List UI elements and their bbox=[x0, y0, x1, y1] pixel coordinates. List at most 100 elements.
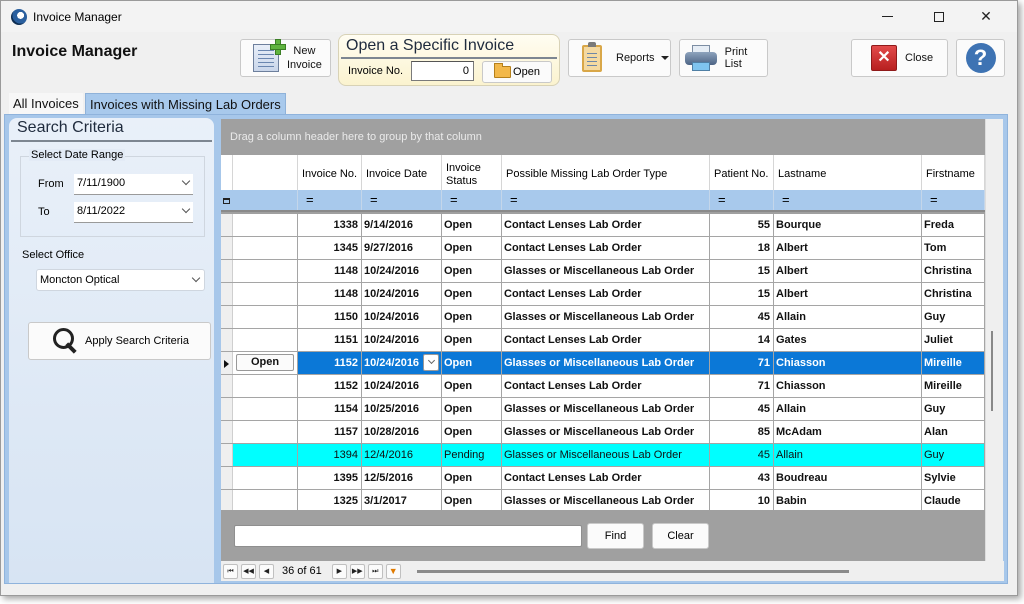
cell-firstname[interactable]: Christina bbox=[922, 260, 985, 282]
date-dropdown-icon[interactable] bbox=[423, 354, 439, 371]
cell-lastname[interactable]: Allain bbox=[774, 306, 922, 328]
filter-cell-invoice-status[interactable]: = bbox=[442, 190, 502, 210]
cell-invoice-date[interactable]: 10/24/2016 bbox=[362, 352, 442, 374]
column-header-invoice-status[interactable]: Invoice Status bbox=[442, 155, 502, 190]
row-indicator[interactable] bbox=[221, 444, 233, 466]
cell-firstname[interactable]: Alan bbox=[922, 421, 985, 443]
group-by-area[interactable]: Drag a column header here to group by th… bbox=[221, 119, 985, 155]
cell-lab-order-type[interactable]: Glasses or Miscellaneous Lab Order bbox=[502, 352, 710, 374]
cell-invoice-status[interactable]: Open bbox=[442, 237, 502, 259]
cell-lastname[interactable]: McAdam bbox=[774, 421, 922, 443]
table-row[interactable]: 1345 9/27/2016 Open Contact Lenses Lab Orde… bbox=[221, 237, 985, 260]
cell-lab-order-type[interactable]: Contact Lenses Lab Order bbox=[502, 375, 710, 397]
cell-lastname[interactable]: Chiasson bbox=[774, 352, 922, 374]
cell-firstname[interactable]: Sylvie bbox=[922, 467, 985, 489]
cell-invoice-date[interactable]: 3/1/2017 bbox=[362, 490, 442, 510]
cell-lab-order-type[interactable]: Contact Lenses Lab Order bbox=[502, 237, 710, 259]
vertical-scrollbar-thumb[interactable] bbox=[991, 331, 993, 411]
cell-invoice-date[interactable]: 12/5/2016 bbox=[362, 467, 442, 489]
open-invoice-button[interactable]: Open bbox=[482, 61, 552, 83]
cell-patient-no[interactable]: 43 bbox=[710, 467, 774, 489]
find-input[interactable] bbox=[234, 525, 582, 547]
cell-invoice-status[interactable]: Open bbox=[442, 490, 502, 510]
row-indicator[interactable] bbox=[221, 306, 233, 328]
cell-firstname[interactable]: Freda bbox=[922, 214, 985, 236]
filter-cell-invoice-date[interactable]: = bbox=[362, 190, 442, 210]
row-action-cell[interactable] bbox=[233, 237, 298, 259]
cell-invoice-date[interactable]: 10/24/2016 bbox=[362, 283, 442, 305]
apply-search-button[interactable]: Apply Search Criteria bbox=[28, 322, 211, 360]
cell-patient-no[interactable]: 15 bbox=[710, 260, 774, 282]
cell-invoice-date[interactable]: 12/4/2016 bbox=[362, 444, 442, 466]
filter-cell-lastname[interactable]: = bbox=[774, 190, 922, 210]
first-record-button[interactable]: ⏮ bbox=[223, 563, 238, 579]
cell-invoice-status[interactable]: Open bbox=[442, 375, 502, 397]
cell-patient-no[interactable]: 45 bbox=[710, 306, 774, 328]
table-row[interactable]: 1148 10/24/2016 Open Contact Lenses Lab Ord… bbox=[221, 283, 985, 306]
cell-patient-no[interactable]: 55 bbox=[710, 214, 774, 236]
column-header-firstname[interactable]: Firstname bbox=[922, 155, 985, 190]
row-indicator[interactable] bbox=[221, 214, 233, 236]
table-row[interactable]: 1154 10/25/2016 Open Glasses or Miscellaneo… bbox=[221, 398, 985, 421]
cell-invoice-date[interactable]: 10/24/2016 bbox=[362, 306, 442, 328]
cell-lab-order-type[interactable]: Glasses or Miscellaneous Lab Order bbox=[502, 398, 710, 420]
cell-invoice-no[interactable]: 1148 bbox=[298, 283, 362, 305]
clear-button[interactable]: Clear bbox=[652, 523, 709, 549]
table-row[interactable]: 1152 10/24/2016 Open Contact Lenses Lab Ord… bbox=[221, 375, 985, 398]
row-indicator[interactable] bbox=[221, 329, 233, 351]
row-indicator[interactable] bbox=[221, 467, 233, 489]
new-invoice-button[interactable]: New Invoice bbox=[240, 39, 331, 77]
cell-lab-order-type[interactable]: Glasses or Miscellaneous Lab Order bbox=[502, 260, 710, 282]
cell-firstname[interactable]: Claude bbox=[922, 490, 985, 510]
row-action-cell[interactable]: Open bbox=[233, 352, 298, 374]
cell-lab-order-type[interactable]: Contact Lenses Lab Order bbox=[502, 283, 710, 305]
cell-invoice-status[interactable]: Open bbox=[442, 352, 502, 374]
help-button[interactable]: ? bbox=[956, 39, 1005, 77]
cell-patient-no[interactable]: 85 bbox=[710, 421, 774, 443]
cell-invoice-no[interactable]: 1148 bbox=[298, 260, 362, 282]
row-indicator[interactable] bbox=[221, 375, 233, 397]
previous-record-button[interactable]: ◀ bbox=[259, 563, 274, 579]
cell-invoice-no[interactable]: 1152 bbox=[298, 375, 362, 397]
cell-lab-order-type[interactable]: Contact Lenses Lab Order bbox=[502, 214, 710, 236]
tab-missing-lab-orders[interactable]: Invoices with Missing Lab Orders bbox=[85, 93, 286, 114]
row-action-cell[interactable] bbox=[233, 375, 298, 397]
column-header-action[interactable] bbox=[233, 155, 298, 190]
cell-lastname[interactable]: Gates bbox=[774, 329, 922, 351]
cell-invoice-status[interactable]: Open bbox=[442, 398, 502, 420]
invoice-no-input[interactable]: 0 bbox=[411, 61, 474, 81]
cell-lab-order-type[interactable]: Glasses or Miscellaneous Lab Order bbox=[502, 490, 710, 510]
last-record-button[interactable]: ⏭ bbox=[367, 563, 383, 579]
cell-invoice-no[interactable]: 1152 bbox=[298, 352, 362, 374]
table-row[interactable]: Open 1152 10/24/2016 Open Glasses or Miscell… bbox=[221, 352, 985, 375]
cell-invoice-no[interactable]: 1345 bbox=[298, 237, 362, 259]
table-row[interactable]: 1394 12/4/2016 Pending Glasses or Miscellan… bbox=[221, 444, 985, 467]
cell-patient-no[interactable]: 71 bbox=[710, 375, 774, 397]
column-header-invoice-no[interactable]: Invoice No. bbox=[298, 155, 362, 190]
row-action-cell[interactable] bbox=[233, 214, 298, 236]
filter-cell-patient-no[interactable]: = bbox=[710, 190, 774, 210]
cell-firstname[interactable]: Guy bbox=[922, 444, 985, 466]
cell-invoice-status[interactable]: Open bbox=[442, 214, 502, 236]
to-date-picker[interactable]: 8/11/2022 bbox=[74, 202, 193, 223]
cell-firstname[interactable]: Guy bbox=[922, 398, 985, 420]
row-indicator[interactable] bbox=[221, 283, 233, 305]
row-indicator[interactable] bbox=[221, 352, 233, 374]
reports-button[interactable]: Reports bbox=[568, 39, 671, 77]
row-action-cell[interactable] bbox=[233, 306, 298, 328]
cell-invoice-status[interactable]: Open bbox=[442, 467, 502, 489]
cell-lastname[interactable]: Allain bbox=[774, 398, 922, 420]
cell-patient-no[interactable]: 15 bbox=[710, 283, 774, 305]
column-header-lastname[interactable]: Lastname bbox=[774, 155, 922, 190]
previous-page-button[interactable]: ◀◀ bbox=[241, 563, 256, 579]
row-action-cell[interactable] bbox=[233, 490, 298, 510]
cell-invoice-status[interactable]: Open bbox=[442, 421, 502, 443]
cell-lastname[interactable]: Boudreau bbox=[774, 467, 922, 489]
row-action-cell[interactable] bbox=[233, 467, 298, 489]
cell-invoice-status[interactable]: Pending bbox=[442, 444, 502, 466]
cell-lastname[interactable]: Bourque bbox=[774, 214, 922, 236]
table-row[interactable]: 1395 12/5/2016 Open Contact Lenses Lab Orde… bbox=[221, 467, 985, 490]
cell-lastname[interactable]: Albert bbox=[774, 260, 922, 282]
cell-patient-no[interactable]: 14 bbox=[710, 329, 774, 351]
cell-lastname[interactable]: Allain bbox=[774, 444, 922, 466]
